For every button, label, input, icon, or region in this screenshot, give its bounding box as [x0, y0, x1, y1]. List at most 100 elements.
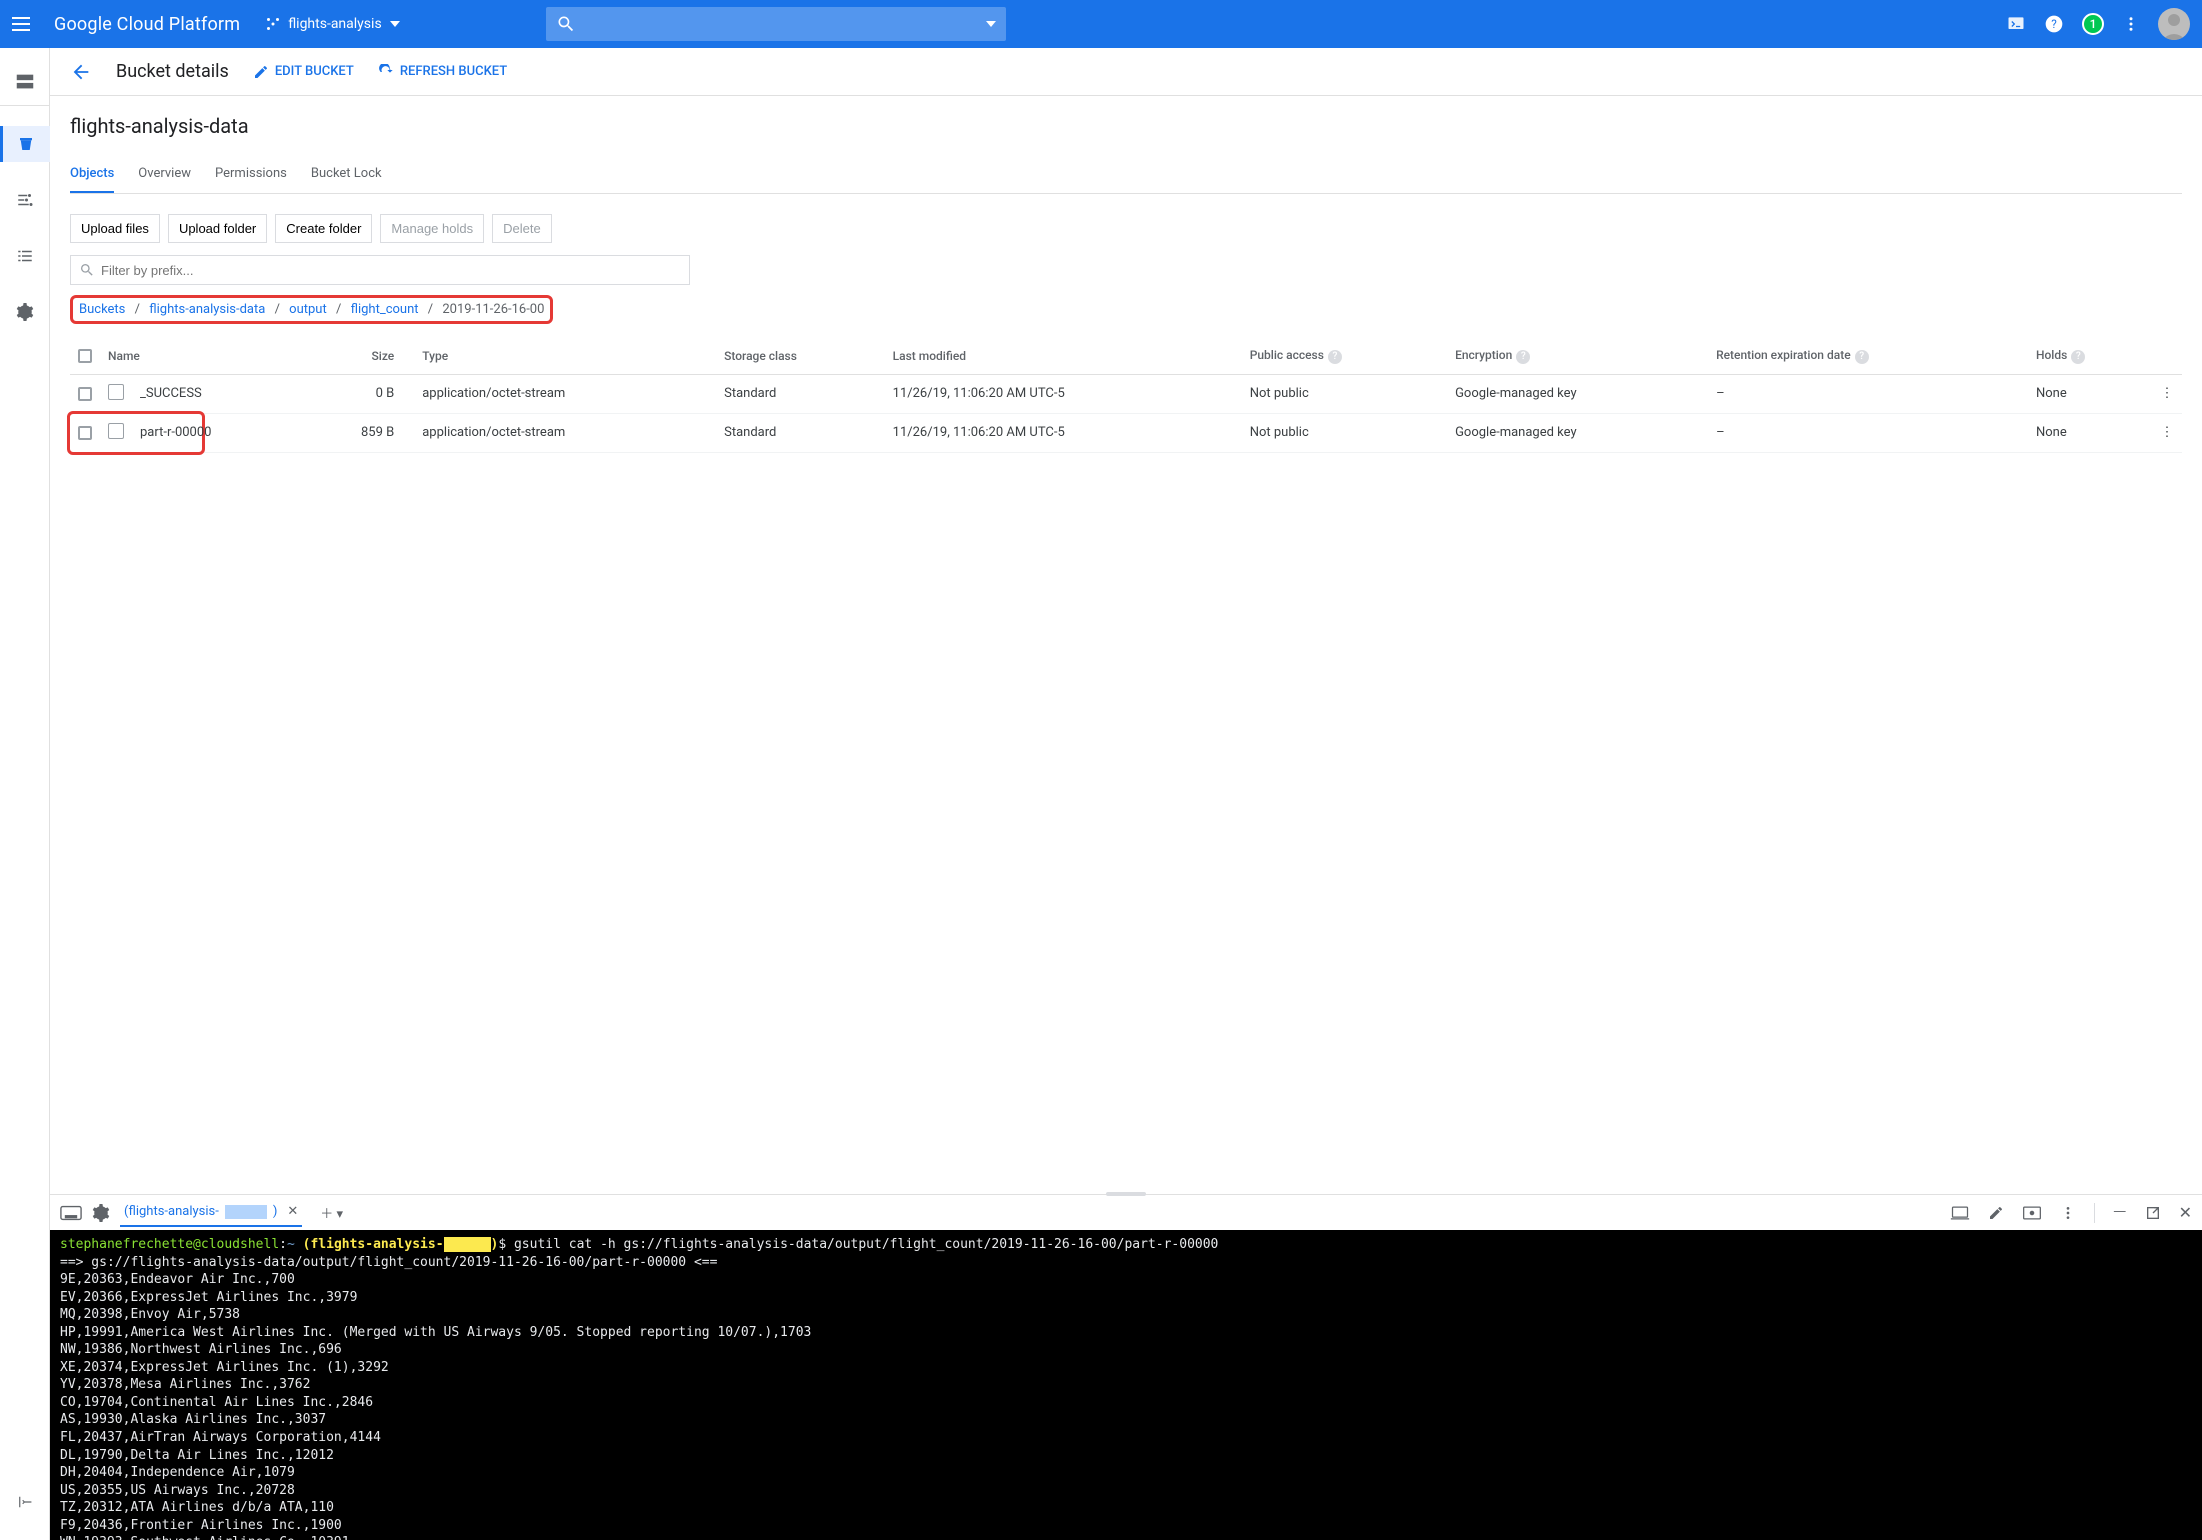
edit-bucket-button[interactable]: EDIT BUCKET — [253, 64, 354, 80]
redacted — [225, 1205, 267, 1219]
col-retention[interactable]: Retention expiration date? — [1708, 338, 2028, 374]
delete-button: Delete — [492, 214, 552, 243]
row-checkbox[interactable] — [78, 426, 92, 440]
sidebar-transfer-appliance[interactable] — [0, 238, 50, 274]
pencil-icon[interactable] — [1988, 1205, 2004, 1221]
upload-folder-button[interactable]: Upload folder — [168, 214, 267, 243]
storage-product-icon[interactable] — [14, 71, 36, 93]
svg-text:?: ? — [2051, 17, 2057, 31]
back-arrow-icon[interactable] — [70, 61, 92, 83]
screen-icon[interactable] — [2022, 1205, 2042, 1221]
upload-files-button[interactable]: Upload files — [70, 214, 160, 243]
more-vert-icon[interactable] — [2060, 1205, 2076, 1221]
tab-bucket-lock[interactable]: Bucket Lock — [311, 156, 382, 193]
breadcrumb-l2[interactable]: output — [289, 302, 327, 317]
popout-icon[interactable] — [2145, 1205, 2161, 1221]
terminal[interactable]: stephanefrechette@cloudshell:~ (flights-… — [50, 1230, 2202, 1540]
keyboard-icon[interactable] — [60, 1205, 82, 1221]
cell-size: 859 B — [298, 413, 414, 452]
filter-input[interactable] — [101, 263, 681, 278]
tab-objects[interactable]: Objects — [70, 156, 114, 193]
tab-overview[interactable]: Overview — [138, 156, 191, 193]
file-icon — [108, 384, 124, 400]
pencil-icon — [253, 64, 269, 80]
cloud-shell-icon[interactable] — [2006, 14, 2026, 34]
tab-permissions[interactable]: Permissions — [215, 156, 287, 193]
sidebar-browser[interactable] — [0, 126, 50, 162]
cell-public: Not public — [1242, 374, 1447, 413]
notifications-badge[interactable]: 1 — [2082, 13, 2104, 35]
chevron-down-icon — [390, 21, 400, 27]
file-icon — [108, 423, 124, 439]
row-checkbox[interactable] — [78, 387, 92, 401]
search-icon — [556, 14, 576, 34]
cell-retention: – — [1708, 374, 2028, 413]
sidebar-expand[interactable] — [0, 1484, 50, 1520]
col-public[interactable]: Public access? — [1242, 338, 1447, 374]
col-size[interactable]: Size — [298, 338, 414, 374]
refresh-bucket-button[interactable]: REFRESH BUCKET — [378, 64, 507, 80]
create-folder-button[interactable]: Create folder — [275, 214, 372, 243]
cell-retention: – — [1708, 413, 2028, 452]
cell-encryption: Google-managed key — [1447, 374, 1708, 413]
search-box[interactable] — [546, 7, 1006, 41]
more-vert-icon[interactable] — [2122, 15, 2140, 33]
cell-holds: None — [2028, 374, 2152, 413]
gear-icon[interactable] — [92, 1204, 110, 1222]
cell-name[interactable]: part-r-00000 — [132, 413, 298, 452]
close-icon[interactable]: ✕ — [2179, 1203, 2192, 1222]
sidebar-transfer[interactable] — [0, 182, 50, 218]
avatar[interactable] — [2158, 8, 2190, 40]
gear-icon — [16, 303, 34, 321]
list-icon — [16, 247, 34, 265]
cloud-shell-bar: (flights-analysis-) ✕ ＋ ▾ — ✕ — [50, 1194, 2202, 1230]
shell-tab[interactable]: (flights-analysis-) ✕ — [120, 1204, 302, 1227]
close-tab-icon[interactable]: ✕ — [287, 1204, 298, 1219]
breadcrumb-highlight: Buckets / flights-analysis-data / output… — [70, 295, 553, 324]
search-icon — [79, 262, 95, 278]
bucket-name: flights-analysis-data — [70, 114, 2182, 138]
bucket-icon — [17, 135, 35, 153]
drag-handle[interactable] — [1106, 1192, 1146, 1196]
laptop-icon[interactable] — [1950, 1205, 1970, 1221]
cell-modified: 11/26/19, 11:06:20 AM UTC-5 — [885, 413, 1242, 452]
cell-modified: 11/26/19, 11:06:20 AM UTC-5 — [885, 374, 1242, 413]
col-type[interactable]: Type — [414, 338, 716, 374]
cell-public: Not public — [1242, 413, 1447, 452]
col-storage[interactable]: Storage class — [716, 338, 885, 374]
project-icon — [264, 15, 282, 33]
gcp-logo: Google Cloud Platform — [54, 14, 240, 35]
project-selector[interactable]: flights-analysis — [264, 15, 405, 33]
chevron-down-icon[interactable] — [986, 21, 996, 27]
col-encryption[interactable]: Encryption? — [1447, 338, 1708, 374]
help-icon[interactable]: ? — [1855, 350, 1869, 364]
breadcrumb-buckets[interactable]: Buckets — [79, 302, 125, 317]
hamburger-menu[interactable] — [12, 12, 36, 36]
help-icon[interactable]: ? — [2071, 350, 2085, 364]
cell-storage: Standard — [716, 374, 885, 413]
table-row[interactable]: part-r-00000 859 B application/octet-str… — [70, 413, 2182, 452]
cell-size: 0 B — [298, 374, 414, 413]
minimize-icon[interactable]: — — [2113, 1202, 2127, 1223]
page-title: Bucket details — [116, 61, 229, 82]
col-modified[interactable]: Last modified — [885, 338, 1242, 374]
project-name: flights-analysis — [288, 16, 381, 32]
help-icon[interactable]: ? — [2044, 14, 2064, 34]
col-name[interactable]: Name — [100, 338, 298, 374]
table-row[interactable]: _SUCCESS 0 B application/octet-stream St… — [70, 374, 2182, 413]
select-all-checkbox[interactable] — [78, 349, 92, 363]
breadcrumb-l3[interactable]: flight_count — [351, 302, 419, 317]
topbar: Google Cloud Platform flights-analysis ?… — [0, 0, 2202, 48]
help-icon[interactable]: ? — [1516, 350, 1530, 364]
col-holds[interactable]: Holds? — [2028, 338, 2152, 374]
cell-type: application/octet-stream — [414, 413, 716, 452]
help-icon[interactable]: ? — [1328, 350, 1342, 364]
cell-name[interactable]: _SUCCESS — [132, 374, 298, 413]
cell-type: application/octet-stream — [414, 374, 716, 413]
sidebar-settings[interactable] — [0, 294, 50, 330]
new-tab-button[interactable]: ＋ ▾ — [320, 1203, 343, 1222]
row-more-icon[interactable]: ⋮ — [2152, 374, 2182, 413]
breadcrumb-l1[interactable]: flights-analysis-data — [149, 302, 265, 317]
filter-box[interactable] — [70, 255, 690, 285]
row-more-icon[interactable]: ⋮ — [2152, 413, 2182, 452]
